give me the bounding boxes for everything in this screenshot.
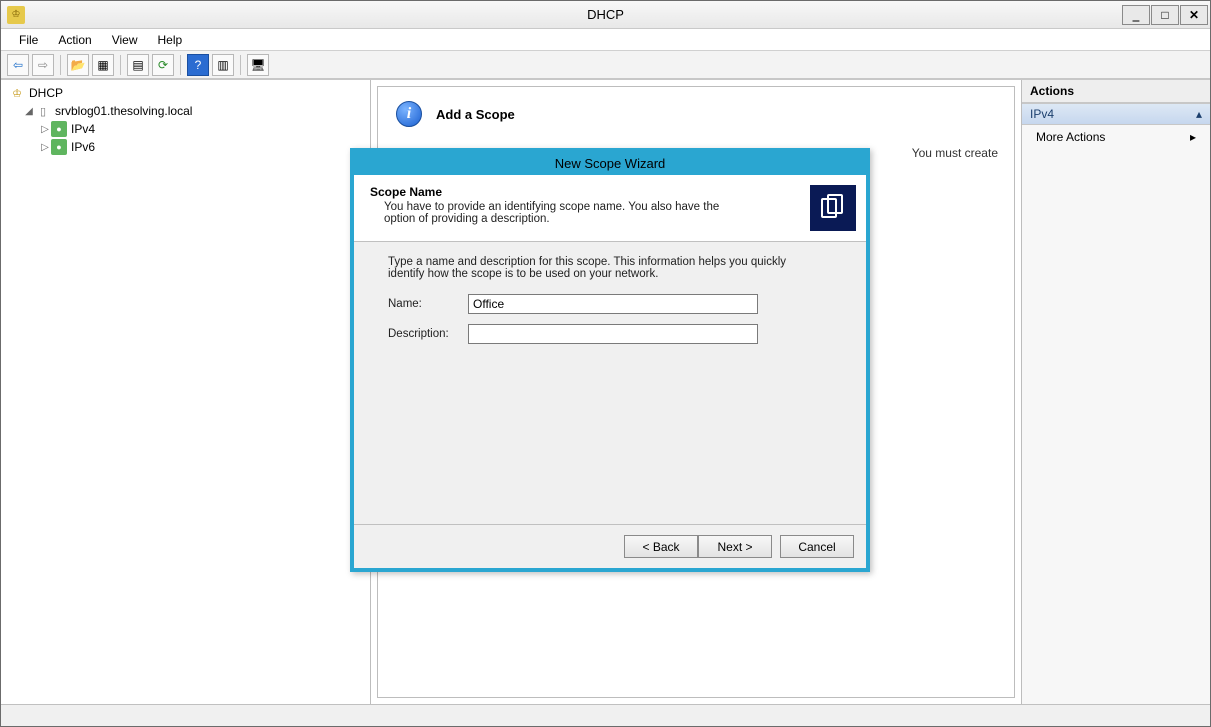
info-header: i Add a Scope	[378, 87, 1014, 141]
forward-button[interactable]: ⇨	[32, 54, 54, 76]
tree-ipv4[interactable]: ▷ ● IPv4	[5, 120, 366, 138]
back-button[interactable]: ⇦	[7, 54, 29, 76]
description-input[interactable]	[468, 324, 758, 344]
server-icon: ▯	[35, 103, 51, 119]
toolbar-separator	[240, 55, 241, 75]
wizard-footer: < Back Next > Cancel	[354, 524, 866, 568]
cancel-button[interactable]: Cancel	[780, 535, 854, 558]
help-button[interactable]: ?	[187, 54, 209, 76]
menu-view[interactable]: View	[102, 31, 148, 49]
actions-more-label: More Actions	[1036, 130, 1105, 144]
wizard-title: New Scope Wizard	[354, 152, 866, 175]
info-body-text: You must create	[912, 146, 998, 160]
toolbar: ⇦ ⇨ 📂 ▦ ▤ ⟳ ? ▥ 🖥	[1, 51, 1210, 79]
actions-more[interactable]: More Actions ▸	[1022, 125, 1210, 149]
toolbar-separator	[60, 55, 61, 75]
menu-file[interactable]: File	[9, 31, 48, 49]
wizard-header: Scope Name You have to provide an identi…	[354, 175, 866, 242]
close-button[interactable]: ✕	[1180, 5, 1208, 25]
wizard-banner-icon	[810, 185, 856, 231]
statusbar	[1, 704, 1210, 726]
collapse-arrow-icon: ▴	[1196, 107, 1202, 121]
wizard-intro-text: Type a name and description for this sco…	[388, 256, 808, 280]
actions-section-label: IPv4	[1030, 107, 1054, 121]
tree-pane: ♔ DHCP ◢ ▯ srvblog01.thesolving.local ▷ …	[1, 80, 371, 704]
menu-action[interactable]: Action	[48, 31, 101, 49]
wizard-step-subtitle: You have to provide an identifying scope…	[370, 199, 750, 225]
name-label: Name:	[388, 298, 468, 310]
tree-server-label: srvblog01.thesolving.local	[55, 104, 192, 118]
description-label: Description:	[388, 328, 468, 340]
actions-header: Actions	[1022, 80, 1210, 103]
chevron-right-icon: ▸	[1190, 130, 1196, 144]
window-controls: ‗ □ ✕	[1122, 5, 1210, 25]
monitor-button[interactable]: 🖥	[247, 54, 269, 76]
wizard-step-title: Scope Name	[370, 185, 810, 199]
tree-server[interactable]: ◢ ▯ srvblog01.thesolving.local	[5, 102, 366, 120]
tree-ipv6[interactable]: ▷ ● IPv6	[5, 138, 366, 156]
info-title: Add a Scope	[436, 107, 515, 122]
tree-root-dhcp[interactable]: ♔ DHCP	[5, 84, 366, 102]
views-button[interactable]: ▥	[212, 54, 234, 76]
wizard-body: Type a name and description for this sco…	[354, 242, 866, 524]
menubar: File Action View Help	[1, 29, 1210, 51]
actions-pane: Actions IPv4 ▴ More Actions ▸	[1022, 80, 1210, 704]
collapse-icon[interactable]: ◢	[23, 106, 35, 117]
titlebar: ♔ DHCP ‗ □ ✕	[1, 1, 1210, 29]
window-title: DHCP	[1, 7, 1210, 22]
dhcp-root-icon: ♔	[9, 85, 25, 101]
tree-root-label: DHCP	[29, 86, 63, 100]
expand-icon[interactable]: ▷	[39, 124, 51, 135]
minimize-button[interactable]: ‗	[1122, 5, 1150, 25]
form-row-description: Description:	[388, 324, 832, 344]
toolbar-separator	[180, 55, 181, 75]
ipv4-icon: ●	[51, 121, 67, 137]
name-input[interactable]	[468, 294, 758, 314]
list-button[interactable]: ▤	[127, 54, 149, 76]
tree-ipv6-label: IPv6	[71, 140, 95, 154]
actions-section-ipv4[interactable]: IPv4 ▴	[1022, 103, 1210, 125]
form-row-name: Name:	[388, 294, 832, 314]
app-icon: ♔	[7, 6, 25, 24]
new-scope-wizard: New Scope Wizard Scope Name You have to …	[350, 148, 870, 572]
main-window: ♔ DHCP ‗ □ ✕ File Action View Help ⇦ ⇨ 📂…	[0, 0, 1211, 727]
menu-help[interactable]: Help	[148, 31, 193, 49]
ipv6-icon: ●	[51, 139, 67, 155]
maximize-button[interactable]: □	[1151, 5, 1179, 25]
next-button[interactable]: Next >	[698, 535, 772, 558]
properties-button[interactable]: ▦	[92, 54, 114, 76]
toolbar-separator	[120, 55, 121, 75]
wizard-header-text: Scope Name You have to provide an identi…	[370, 185, 810, 231]
expand-icon[interactable]: ▷	[39, 142, 51, 153]
back-button[interactable]: < Back	[624, 535, 698, 558]
info-icon: i	[396, 101, 422, 127]
tree-ipv4-label: IPv4	[71, 122, 95, 136]
refresh-button[interactable]: ⟳	[152, 54, 174, 76]
up-one-level-button[interactable]: 📂	[67, 54, 89, 76]
